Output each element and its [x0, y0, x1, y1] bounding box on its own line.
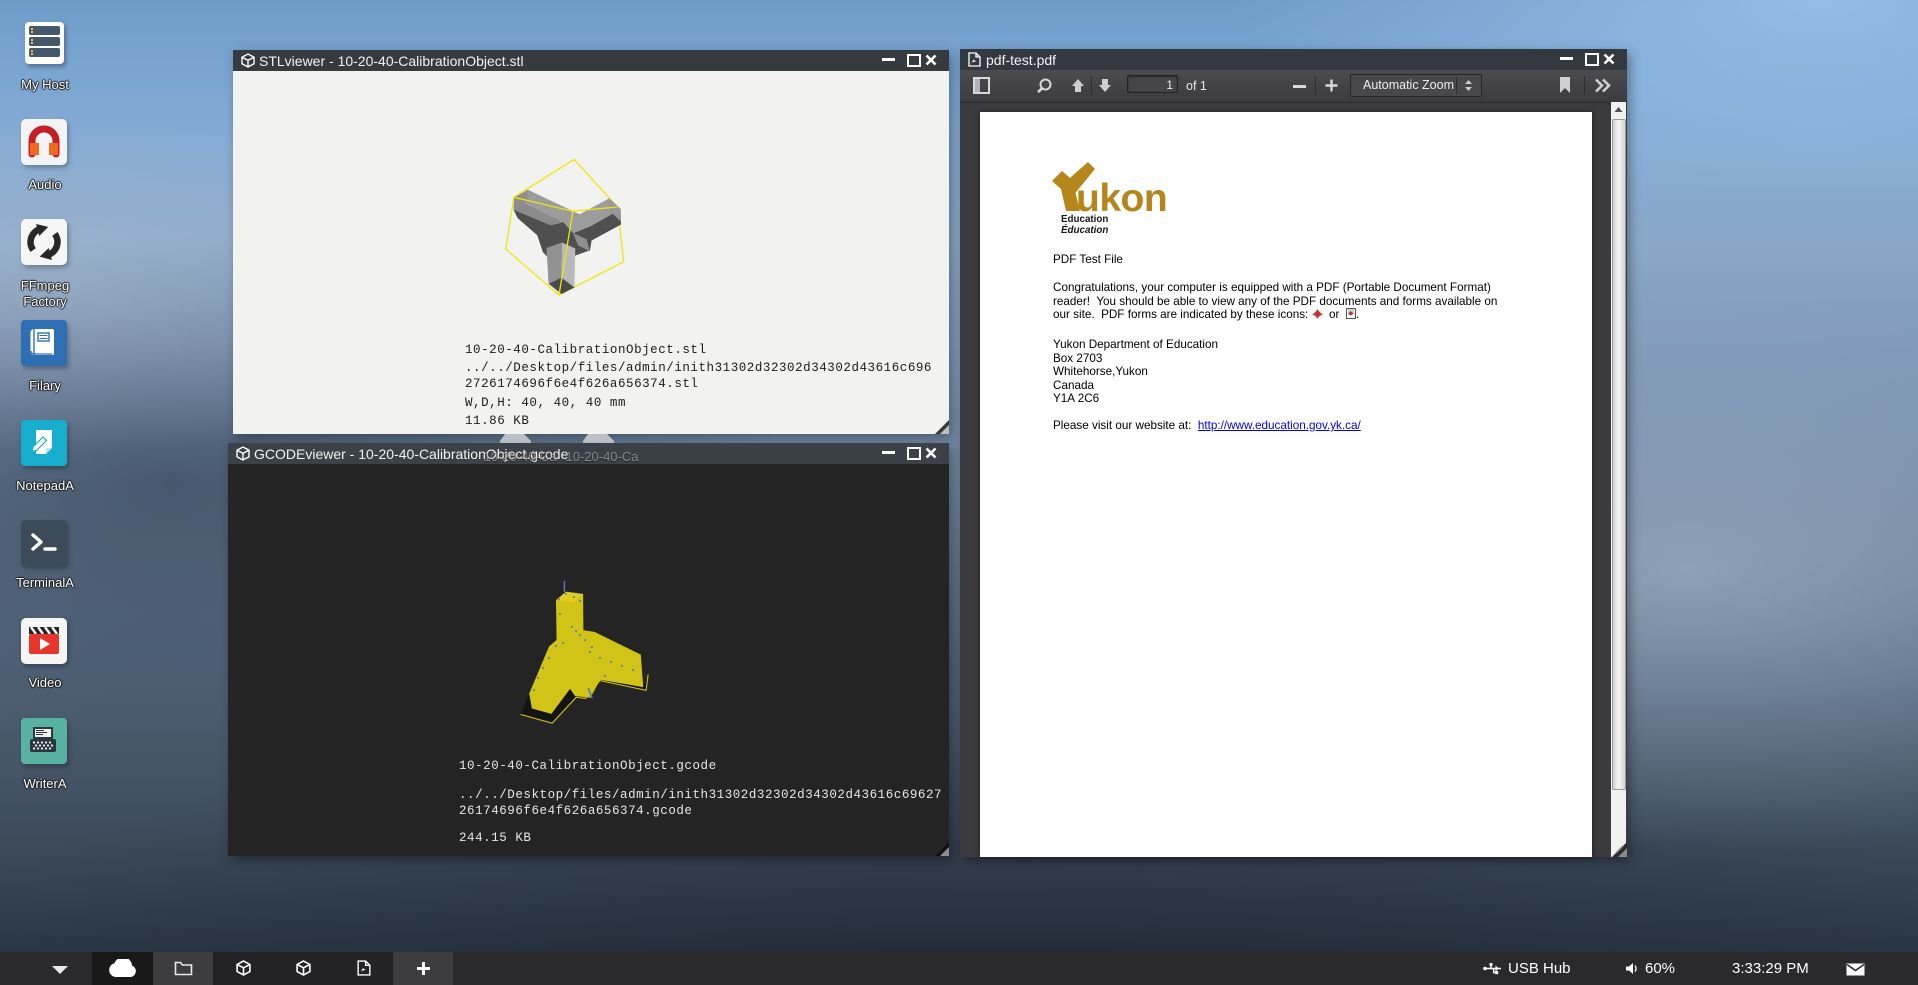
svg-text:ukon: ukon: [1076, 177, 1167, 213]
